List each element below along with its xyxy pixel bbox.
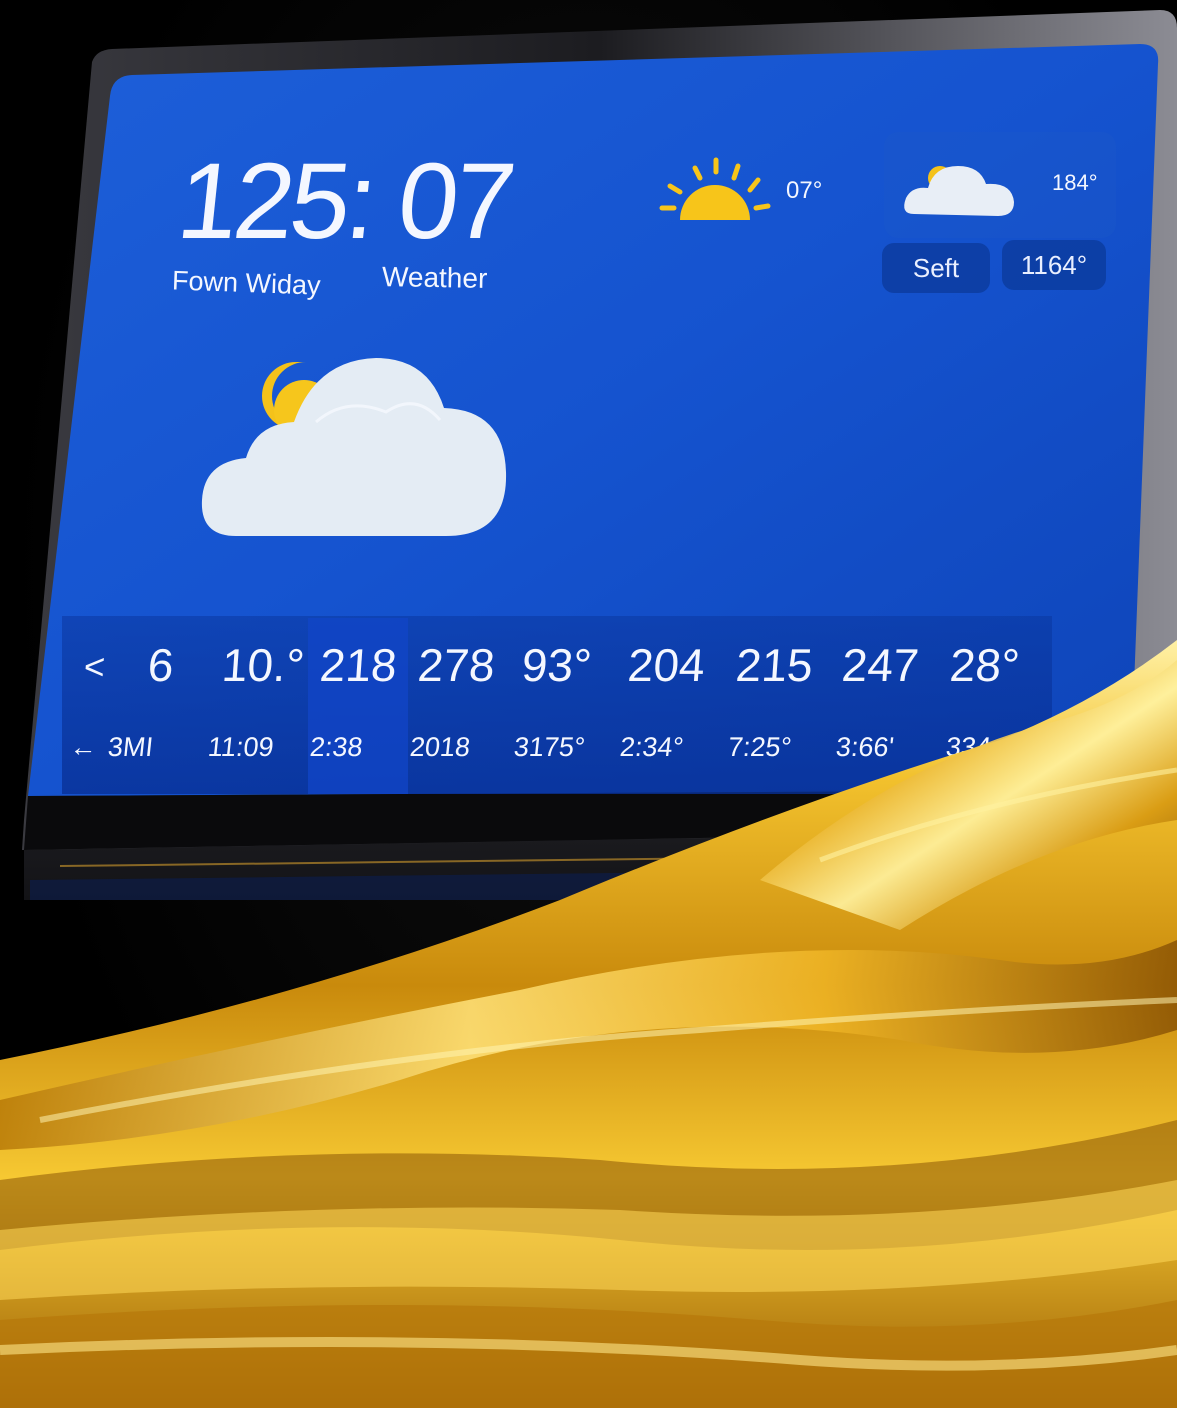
forecast-label: 11:09	[206, 732, 276, 762]
back-arrow-icon[interactable]: ←	[68, 732, 98, 763]
forecast-label: 3MI	[106, 732, 155, 762]
sun-temperature: 07°	[786, 177, 823, 204]
forecast-label: 3:66'	[834, 732, 896, 762]
weather-app: 125: 07 Fown Widay Weather 07° 184° Seft	[0, 0, 1177, 900]
clock-subtitle-right: Weather	[381, 261, 488, 294]
sun-icon	[659, 157, 771, 220]
scene: 125: 07 Fown Widay Weather 07° 184° Seft	[0, 0, 1177, 1408]
forecast-label: 2018	[408, 732, 472, 762]
chip-temperature[interactable]: 1164°	[1002, 240, 1106, 290]
forecast-value: 218	[318, 639, 399, 691]
forecast-label: 2:38	[308, 732, 365, 762]
forecast-value: 278	[416, 639, 497, 691]
cloud-icon	[904, 166, 1014, 216]
forecast-label: 7:25°	[726, 732, 793, 762]
clock-time: 125: 07	[172, 140, 518, 261]
card-temperature: 184°	[1052, 170, 1098, 195]
forecast-label: 3175°	[512, 732, 587, 762]
partly-cloudy-icon	[201, 358, 507, 536]
prev-button[interactable]: <	[83, 646, 107, 688]
chip-location[interactable]: Seft	[882, 243, 990, 293]
forecast-value: 204	[626, 639, 707, 691]
forecast-value: 10.°	[220, 639, 307, 691]
forecast-value: 93°	[520, 639, 594, 691]
forecast-value: 215	[734, 639, 815, 691]
forecast-value: 28°	[948, 639, 1022, 691]
forecast-value: 247	[840, 639, 921, 691]
clock-subtitle-left: Fown Widay	[171, 265, 322, 301]
forecast-label: 2:34°	[618, 732, 685, 762]
forecast-label: 334	[944, 732, 993, 762]
forecast-value: 6	[146, 639, 176, 691]
